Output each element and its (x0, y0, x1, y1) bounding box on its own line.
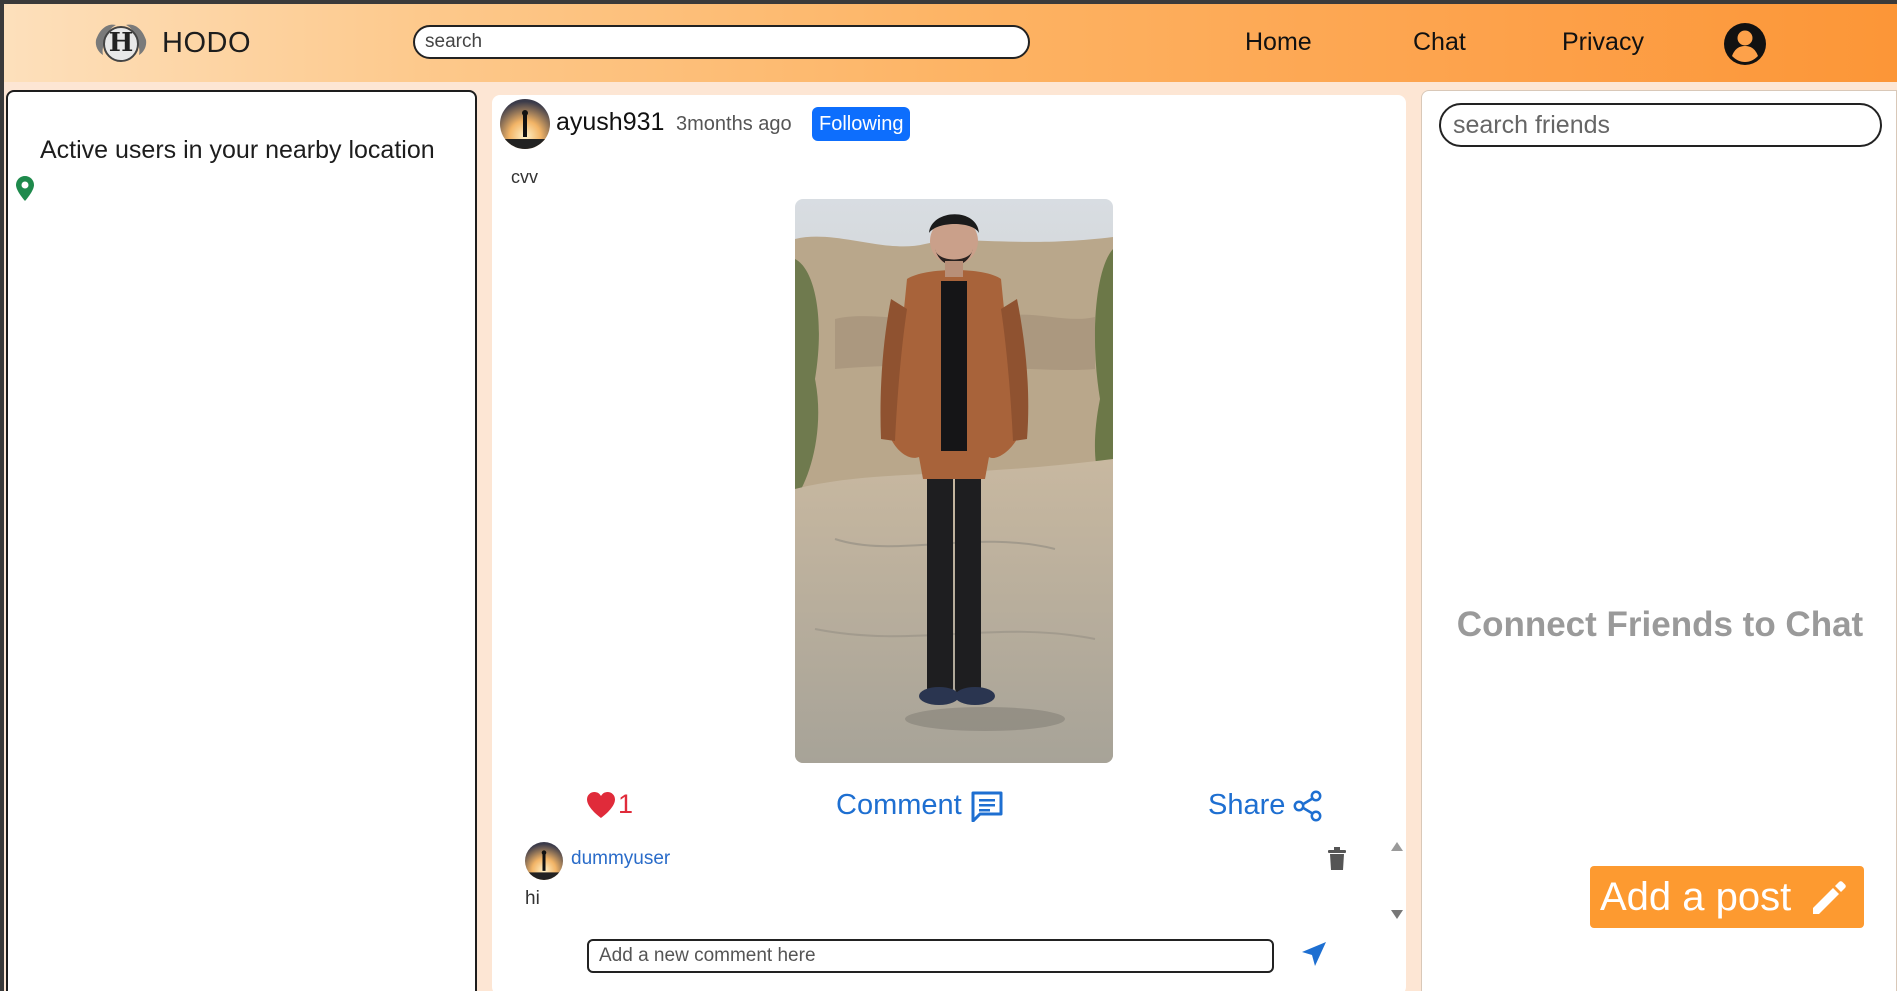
share-label: Share (1208, 789, 1286, 821)
app-window: H HODO Home Chat Privacy Active users in… (4, 4, 1897, 991)
map-pin-icon (16, 176, 34, 207)
logo-letter: H (108, 28, 134, 58)
search-input[interactable] (413, 25, 1030, 59)
comment-input[interactable] (587, 939, 1274, 973)
send-comment-button[interactable] (1300, 940, 1328, 973)
logo-icon: H (90, 18, 152, 68)
comment-author-name[interactable]: dummyuser (571, 848, 670, 870)
profile-button[interactable] (1723, 22, 1767, 66)
heart-icon (587, 791, 615, 818)
navbar: H HODO Home Chat Privacy (4, 4, 1897, 82)
pencil-icon (1813, 881, 1846, 914)
post-author-name[interactable]: ayush931 (556, 108, 664, 137)
add-post-button[interactable]: Add a post (1590, 866, 1864, 928)
search-friends-input[interactable] (1439, 103, 1882, 147)
nav-home-link[interactable]: Home (1245, 28, 1312, 57)
post-photo (795, 199, 1113, 763)
comment-icon (971, 791, 1003, 822)
user-circle-icon (1724, 23, 1766, 65)
feed-panel: ayush931 3months ago Following cvv 1 Com… (492, 95, 1406, 991)
trash-icon (1328, 847, 1346, 870)
nearby-users-panel: Active users in your nearby location (6, 90, 477, 991)
post-author-avatar[interactable] (500, 99, 550, 149)
following-button[interactable]: Following (812, 107, 911, 141)
share-icon (1293, 790, 1322, 821)
post-caption: cvv (511, 167, 538, 187)
send-icon (1302, 942, 1326, 966)
brand-name: HODO (162, 26, 251, 59)
post-timestamp: 3months ago (676, 113, 792, 135)
comment-button[interactable]: Comment (836, 789, 1004, 822)
empty-chat-message: Connect Friends to Chat (1456, 605, 1864, 644)
nav-chat-link[interactable]: Chat (1413, 28, 1466, 57)
like-count: 1 (618, 789, 634, 819)
comment-label: Comment (836, 789, 962, 821)
chat-panel: Connect Friends to Chat (1421, 90, 1897, 991)
nav-privacy-link[interactable]: Privacy (1562, 28, 1644, 57)
delete-comment-button[interactable] (1327, 847, 1347, 876)
comment-text: hi (525, 888, 540, 909)
like-button[interactable]: 1 (586, 789, 633, 820)
scroll-up-arrow[interactable] (1391, 842, 1403, 851)
nearby-users-title: Active users in your nearby location (40, 136, 435, 164)
brand[interactable]: H HODO (90, 18, 251, 68)
comment-author-avatar[interactable] (525, 842, 563, 880)
add-post-label: Add a post (1600, 874, 1792, 919)
share-button[interactable]: Share (1208, 789, 1323, 822)
scroll-down-arrow[interactable] (1391, 910, 1403, 919)
